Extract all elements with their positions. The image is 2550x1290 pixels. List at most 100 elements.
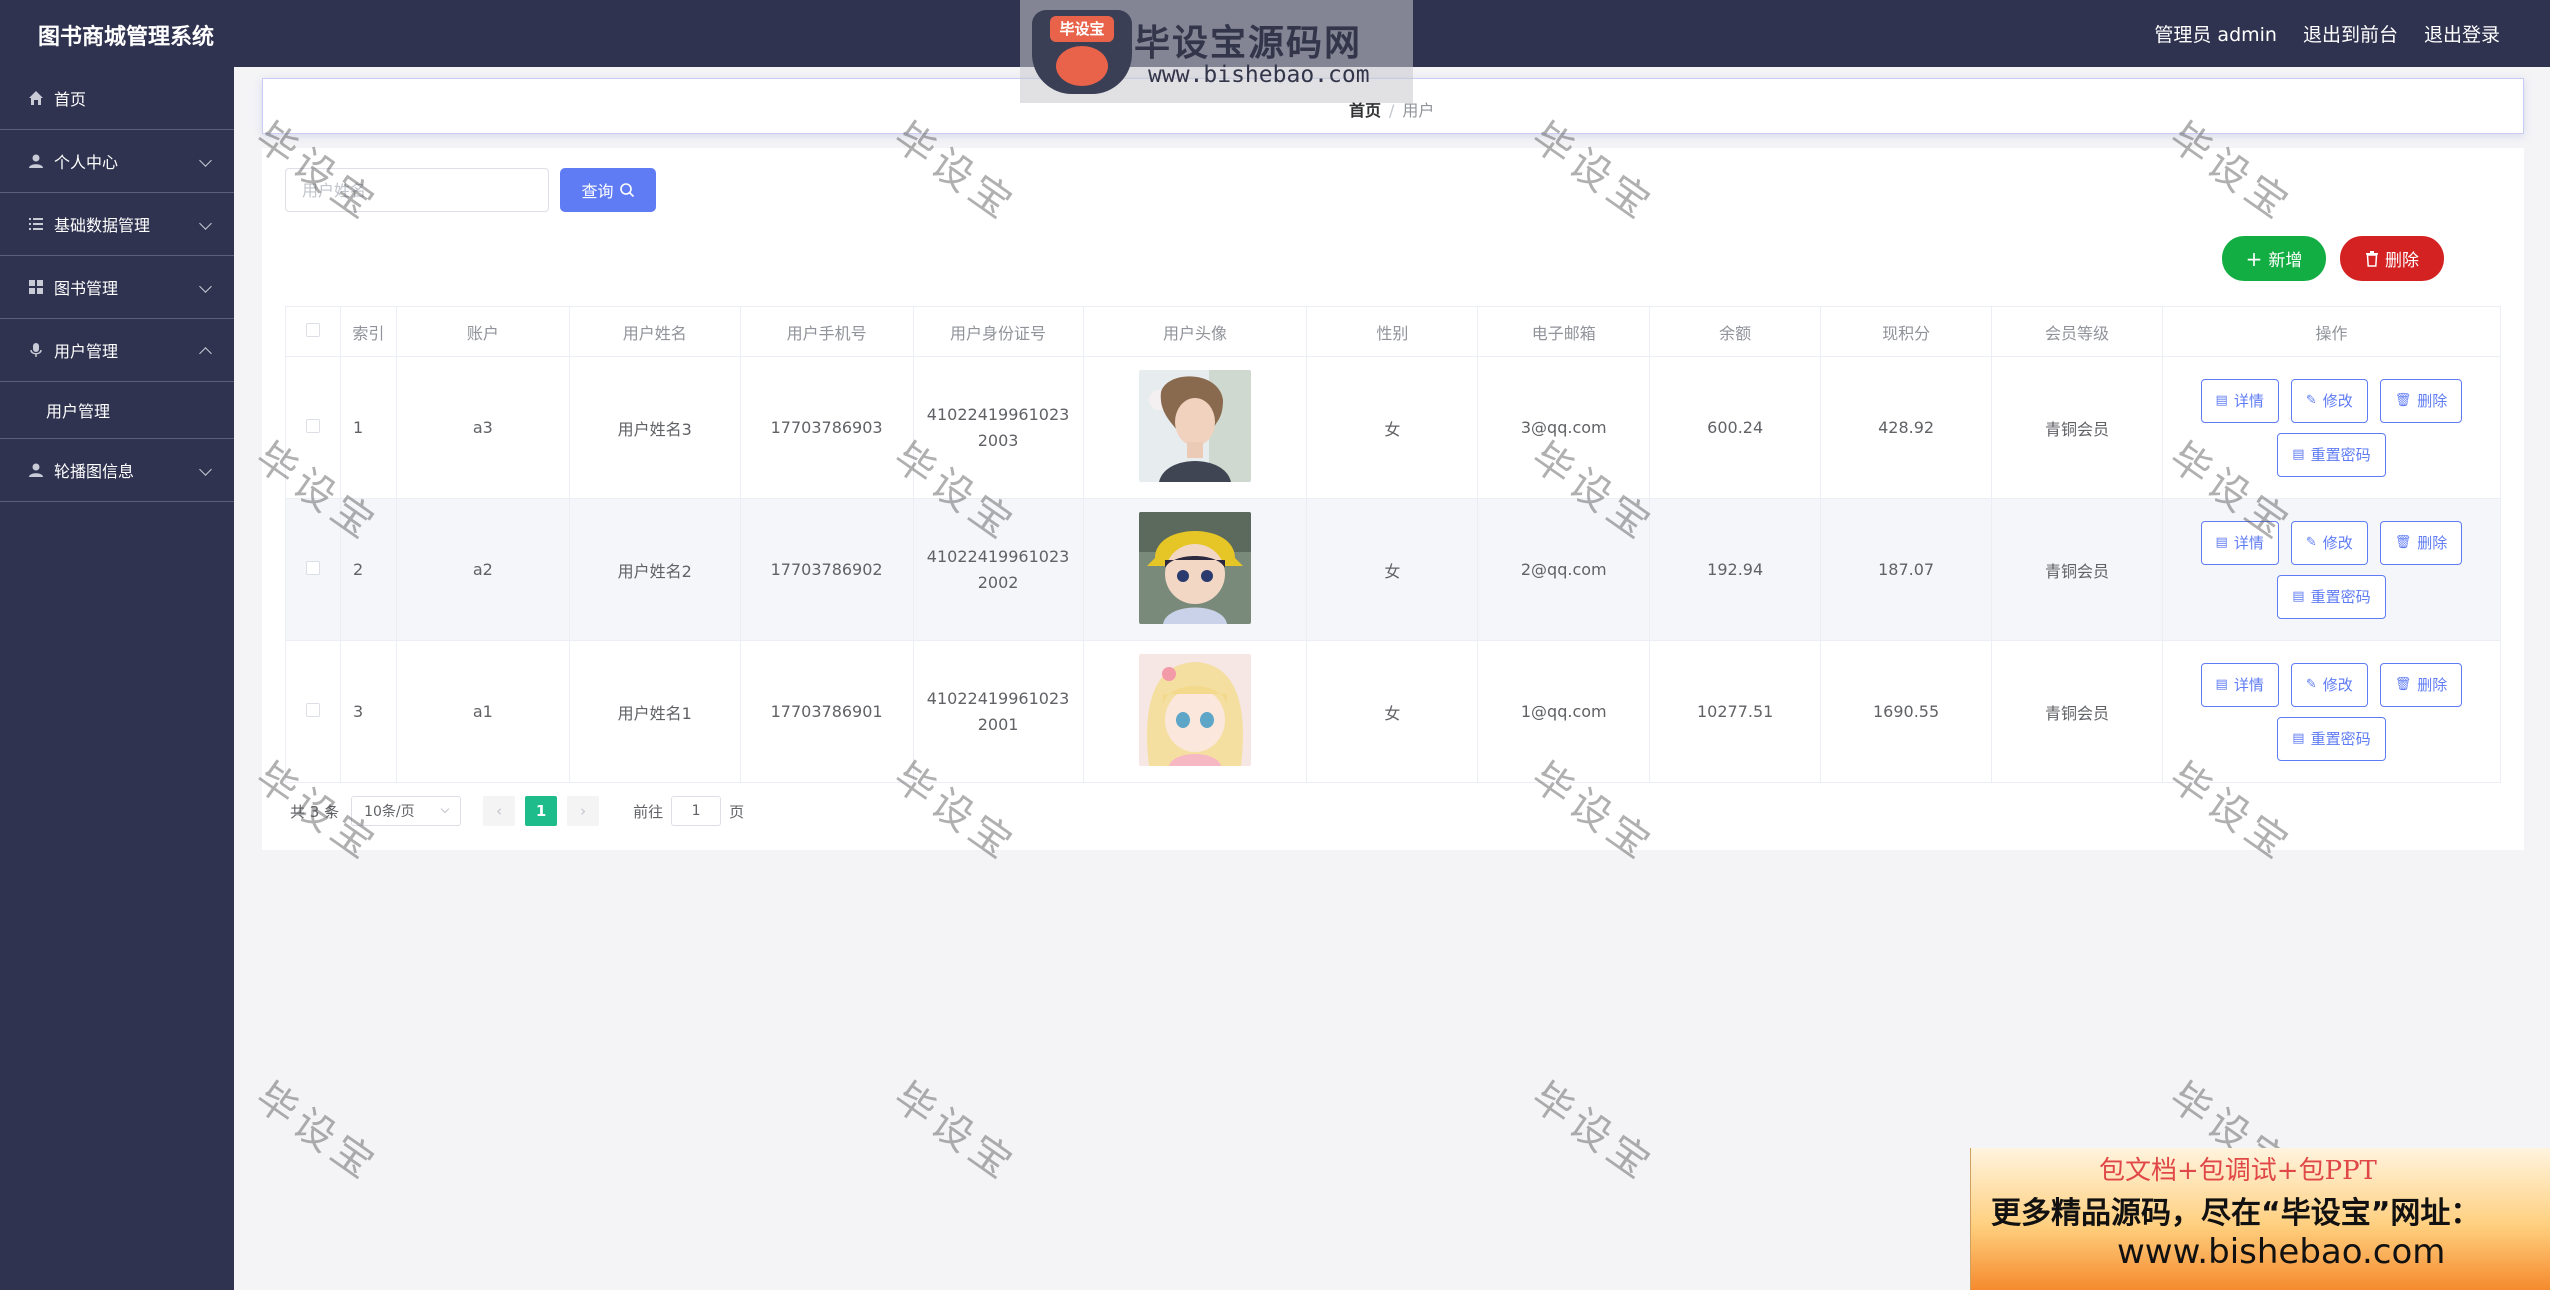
chevron-up-icon	[199, 347, 212, 360]
user-icon	[29, 463, 43, 477]
cell-email: 1@qq.com	[1477, 640, 1651, 783]
cell-avatar	[1082, 356, 1308, 499]
cell-balance: 10277.51	[1649, 640, 1822, 783]
goto-page-input[interactable]	[671, 796, 722, 826]
edit-button[interactable]: ✎ 修改	[2290, 662, 2368, 707]
detail-button[interactable]: ▤ 详情	[2200, 520, 2279, 565]
cell-points: 1690.55	[1820, 640, 1993, 783]
avatar-image[interactable]	[1138, 653, 1251, 766]
promo-line-3: www.bishebao.com	[2117, 1232, 2446, 1272]
add-button-label: 新增	[2268, 251, 2303, 271]
row-select-cell[interactable]	[285, 356, 341, 499]
delete-button[interactable]: 🗑 删除	[2379, 378, 2463, 423]
sidebar-item-users[interactable]: 用户管理	[0, 319, 234, 382]
chevron-left-icon: ‹	[496, 802, 503, 820]
sidebar-item-carousel[interactable]: 轮播图信息	[0, 439, 234, 502]
detail-label: 详情	[2233, 392, 2264, 410]
cell-phone: 17703786903	[739, 356, 914, 499]
to-front-link[interactable]: 退出到前台	[2303, 20, 2398, 47]
goto-label: 前往	[633, 802, 664, 821]
mascot-badge-text: 毕设宝	[1050, 16, 1114, 42]
column-header: 会员等级	[1991, 306, 2163, 357]
column-header: 用户姓名	[568, 306, 741, 357]
page-number-current[interactable]: 1	[525, 796, 558, 826]
cell-avatar	[1082, 498, 1308, 641]
search-button[interactable]: 查询	[560, 168, 656, 212]
document-icon: ▤	[2292, 731, 2305, 746]
sidebar-item-personal[interactable]: 个人中心	[0, 130, 234, 193]
delete-label: 删除	[2417, 392, 2448, 410]
cell-email: 3@qq.com	[1477, 356, 1651, 499]
document-icon: ▤	[2215, 535, 2228, 550]
column-header: 账户	[395, 306, 570, 357]
breadcrumb-home[interactable]: 首页	[1349, 101, 1381, 120]
detail-button[interactable]: ▤ 详情	[2200, 662, 2279, 707]
watermark-url: www.bishebao.com	[1148, 62, 1370, 88]
promo-banner[interactable]: 包文档+包调试+包PPT 更多精品源码，尽在“毕设宝”网址： www.bishe…	[1970, 1148, 2550, 1290]
row-select-cell[interactable]	[285, 498, 341, 641]
edit-button[interactable]: ✎ 修改	[2290, 520, 2368, 565]
cell-points: 187.07	[1820, 498, 1993, 641]
cell-ops: ▤ 详情 ✎ 修改 🗑 删除 ▤ 重置密码	[2161, 356, 2502, 499]
breadcrumb-current: 用户	[1402, 101, 1435, 120]
reset-password-button[interactable]: ▤ 重置密码	[2277, 716, 2386, 761]
sidebar-item-label: 基础数据管理	[54, 216, 151, 235]
table-row: 2 a2 用户姓名2 17703786902 41022419961023200…	[285, 498, 2502, 641]
pagination: 共 3 条 10条/页 ‹ 1 › 前往 页	[290, 796, 744, 826]
row-checkbox[interactable]	[305, 703, 320, 717]
id-card-text: 410224199610232003	[926, 404, 1070, 450]
watermark-logo: 毕设宝 毕设宝源码网 www.bishebao.com	[1020, 0, 1413, 103]
reset-password-button[interactable]: ▤ 重置密码	[2277, 574, 2386, 619]
row-checkbox[interactable]	[305, 561, 320, 575]
row-ops: ▤ 详情 ✎ 修改 🗑 删除 ▤ 重置密码	[2171, 520, 2491, 619]
detail-label: 详情	[2233, 534, 2264, 552]
sidebar-item-books[interactable]: 图书管理	[0, 256, 234, 319]
table-row: 3 a1 用户姓名1 17703786901 41022419961023200…	[285, 640, 2502, 783]
cell-points: 428.92	[1820, 356, 1993, 499]
header-select-all[interactable]	[285, 306, 341, 357]
column-header: 索引	[339, 306, 397, 357]
edit-button[interactable]: ✎ 修改	[2290, 378, 2368, 423]
cell-balance: 600.24	[1649, 356, 1822, 499]
delete-button[interactable]: 🗑 删除	[2379, 520, 2463, 565]
prev-page-button[interactable]: ‹	[483, 796, 516, 826]
search-input[interactable]	[285, 168, 549, 212]
cell-name: 用户姓名3	[568, 356, 741, 499]
grid-icon	[29, 280, 43, 294]
table-row: 1 a3 用户姓名3 17703786903 41022419961023200…	[285, 356, 2502, 499]
reset-password-button[interactable]: ▤ 重置密码	[2277, 432, 2386, 477]
chevron-down-icon	[199, 217, 212, 230]
avatar-image[interactable]	[1138, 511, 1251, 624]
row-select-cell[interactable]	[285, 640, 341, 783]
select-all-checkbox[interactable]	[305, 323, 320, 337]
sidebar-item-home[interactable]: 首页	[0, 67, 234, 130]
logout-link[interactable]: 退出登录	[2424, 20, 2500, 47]
sidebar-item-base-data[interactable]: 基础数据管理	[0, 193, 234, 256]
cell-name: 用户姓名1	[568, 640, 741, 783]
page-size-select[interactable]: 10条/页	[351, 796, 462, 826]
table-header-row: 索引 账户 用户姓名 用户手机号 用户身份证号 用户头像 性别 电子邮箱 余额 …	[285, 306, 2502, 357]
next-page-button[interactable]: ›	[567, 796, 600, 826]
delete-label: 删除	[2417, 534, 2448, 552]
delete-button[interactable]: 🗑 删除	[2379, 662, 2463, 707]
column-header: 用户身份证号	[912, 306, 1084, 357]
batch-delete-button[interactable]: 删除	[2340, 236, 2444, 281]
cell-level: 青铜会员	[1991, 498, 2163, 641]
avatar-image[interactable]	[1138, 369, 1251, 482]
cell-avatar	[1082, 640, 1308, 783]
edit-label: 修改	[2322, 534, 2353, 552]
cell-ops: ▤ 详情 ✎ 修改 🗑 删除 ▤ 重置密码	[2161, 498, 2502, 641]
cell-gender: 女	[1306, 498, 1479, 641]
reset-label: 重置密码	[2310, 730, 2371, 748]
sidebar-subitem-user-manage[interactable]: 用户管理	[0, 382, 234, 439]
search-icon	[619, 183, 634, 198]
row-checkbox[interactable]	[305, 419, 320, 433]
list-icon	[29, 218, 43, 230]
reset-label: 重置密码	[2310, 588, 2371, 606]
document-icon: ▤	[2292, 447, 2305, 462]
detail-button[interactable]: ▤ 详情	[2200, 378, 2279, 423]
cell-account: a1	[395, 640, 570, 783]
cell-id-card: 410224199610232003	[912, 356, 1084, 499]
add-button[interactable]: + 新增	[2222, 236, 2326, 281]
mascot-icon: 毕设宝	[1032, 10, 1132, 94]
